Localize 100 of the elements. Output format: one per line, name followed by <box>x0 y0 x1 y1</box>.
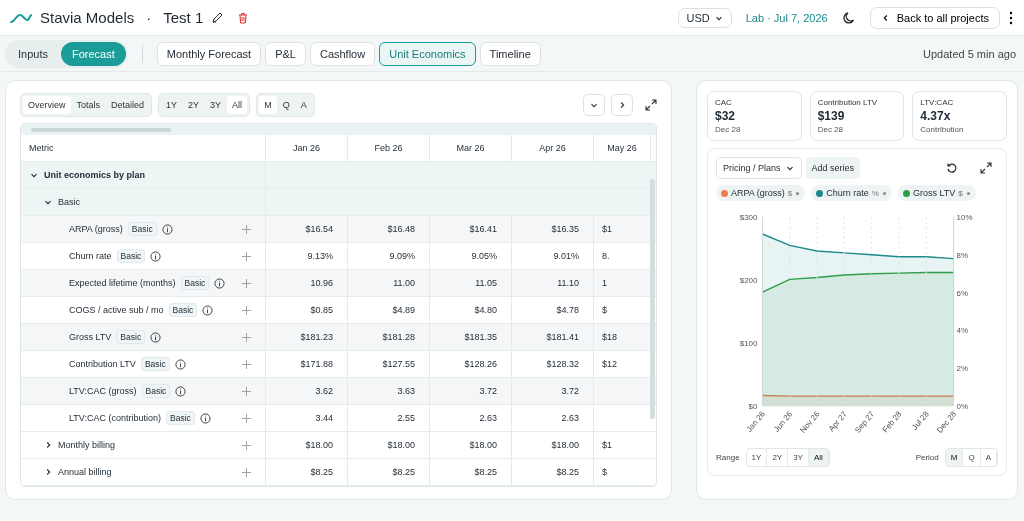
expand-icon[interactable] <box>645 99 657 111</box>
kpi-value: $32 <box>715 109 737 123</box>
segment-option[interactable]: 2Y <box>767 449 789 466</box>
tab[interactable]: P&L <box>265 41 306 66</box>
currency-select[interactable]: USD <box>678 7 732 28</box>
mode-tab[interactable]: Inputs <box>7 41 59 66</box>
environment-label: Lab · Jul 7, 2026 <box>745 11 828 24</box>
metric-label: LTV:CAC (gross) <box>69 386 137 396</box>
axis-label: $0 <box>748 402 758 412</box>
segment-option[interactable]: A <box>980 449 997 466</box>
metric-label: Monthly billing <box>58 440 116 450</box>
series-dropdown[interactable]: Pricing / Plans <box>716 157 802 179</box>
info-icon[interactable] <box>202 304 214 316</box>
segment-option[interactable]: 1Y <box>161 96 183 114</box>
scrollbar[interactable] <box>650 179 655 419</box>
table-cell: $8.25 <box>310 467 333 477</box>
table-cell: 3.63 <box>397 386 415 396</box>
delete-icon[interactable] <box>237 11 250 24</box>
table-cell: $171.88 <box>300 359 333 369</box>
metric-label: ARPA (gross) <box>69 224 123 234</box>
expand-icon[interactable] <box>980 162 992 174</box>
table-cell: $18.00 <box>305 440 333 450</box>
table-cell: 10.96 <box>310 278 333 288</box>
remove-icon[interactable] <box>881 190 887 196</box>
table-cell: $181.28 <box>382 332 415 342</box>
table-cell: $18.00 <box>551 440 579 450</box>
segment-option[interactable]: Detailed <box>106 96 150 114</box>
table-cell: $1 <box>602 440 612 450</box>
segment-option[interactable]: A <box>295 96 312 114</box>
legend-chip[interactable]: Churn rate % <box>811 185 892 201</box>
table-cell: 3.44 <box>315 413 333 423</box>
table-cell: $ <box>602 467 607 477</box>
info-icon[interactable] <box>174 358 186 370</box>
info-icon[interactable] <box>150 331 162 343</box>
plan-tag: Basic <box>168 303 198 317</box>
more-icon[interactable] <box>1008 10 1014 25</box>
segment-option[interactable]: Totals <box>71 96 106 114</box>
table-cell: 11.10 <box>557 278 579 288</box>
plan-tag: Basic <box>141 384 171 398</box>
axis-label: 2% <box>956 364 969 374</box>
info-icon[interactable] <box>150 250 162 262</box>
kpi-value: $139 <box>817 109 846 123</box>
segment-option[interactable]: All <box>227 96 248 114</box>
segment-option[interactable]: M <box>945 449 964 466</box>
table-cell: $16.35 <box>551 224 579 234</box>
column-header: May 26 <box>594 135 651 161</box>
tab[interactable]: Unit Economics <box>379 41 476 66</box>
separator: · <box>146 9 152 26</box>
period-label: Period <box>915 453 939 462</box>
table-cell: $181.35 <box>464 332 497 342</box>
metric-label: Gross LTV <box>69 332 112 342</box>
table-cell: $8.25 <box>556 467 579 477</box>
moon-icon[interactable] <box>841 10 856 25</box>
range-label: Range <box>716 453 740 462</box>
segment-option[interactable]: M <box>259 96 277 114</box>
info-icon[interactable] <box>175 385 187 397</box>
info-icon[interactable] <box>199 412 211 424</box>
table-cell: 9.13% <box>307 251 333 261</box>
kpi-note: Dec 28 <box>715 125 742 134</box>
table-cell: $8.25 <box>474 467 497 477</box>
legend-chip[interactable]: ARPA (gross) $ <box>716 185 806 201</box>
tab[interactable]: Cashflow <box>309 41 376 66</box>
info-icon[interactable] <box>161 223 173 235</box>
table-cell: $4.89 <box>392 305 415 315</box>
add-series-button[interactable]: Add series <box>805 157 861 179</box>
edit-icon[interactable] <box>211 11 224 24</box>
plan-tag: Basic <box>166 411 195 425</box>
column-header: Apr 26 <box>512 135 594 161</box>
column-header: Metric <box>21 135 266 161</box>
metric-label: COGS / active sub / mo <box>69 305 164 315</box>
table-cell: 9.01% <box>553 251 579 261</box>
table-cell: $ <box>602 305 607 315</box>
plan-tag: Basic <box>116 330 146 344</box>
kpi-label: CAC <box>715 98 733 107</box>
back-button[interactable]: Back to all projects <box>869 6 1000 29</box>
kpi-label: LTV:CAC <box>920 98 955 107</box>
remove-icon[interactable] <box>965 190 971 196</box>
unit-label: % <box>871 188 879 198</box>
table-cell: $127.55 <box>382 359 415 369</box>
segment-option[interactable]: 3Y <box>788 449 809 466</box>
segment-option[interactable]: 2Y <box>183 96 205 114</box>
kpi-note: Dec 28 <box>817 125 845 134</box>
metric-label: Contribution LTV <box>69 359 136 369</box>
axis-label: $200 <box>739 276 758 285</box>
axis-label: 8% <box>956 250 969 260</box>
legend-chip[interactable]: Gross LTV $ <box>897 185 976 201</box>
remove-icon[interactable] <box>795 190 801 196</box>
reset-icon[interactable] <box>946 162 958 174</box>
tab[interactable]: Timeline <box>479 41 541 66</box>
kpi-label: Contribution LTV <box>817 98 879 107</box>
info-icon[interactable] <box>214 277 226 289</box>
segment-option[interactable]: 3Y <box>205 96 227 114</box>
segment-option[interactable]: Q <box>277 96 295 114</box>
scrollbar[interactable] <box>31 127 171 132</box>
axis-label: 6% <box>956 288 969 298</box>
tab[interactable]: Monthly Forecast <box>156 41 262 66</box>
segment-option[interactable]: Overview <box>23 96 71 114</box>
axis-label: 10% <box>956 212 973 222</box>
segment-option[interactable]: Q <box>963 449 981 466</box>
segment-option[interactable]: 1Y <box>746 449 768 466</box>
